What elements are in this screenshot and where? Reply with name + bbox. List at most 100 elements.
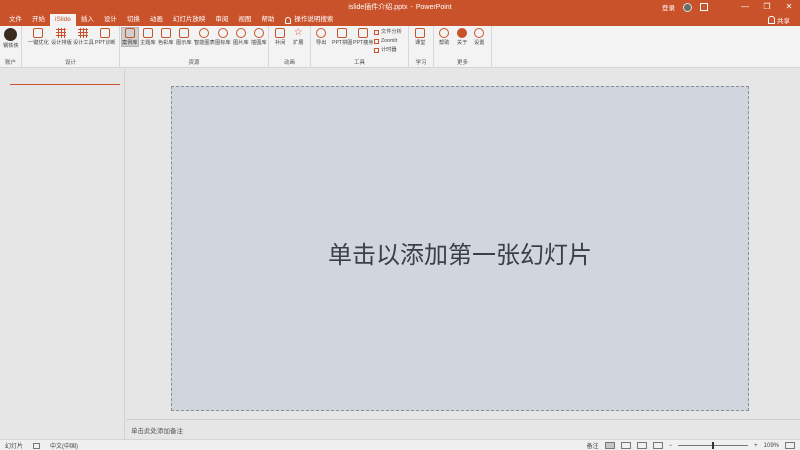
help-icon [439, 28, 450, 38]
slide-count-label: 幻灯片 [5, 444, 24, 450]
insertion-indicator [10, 84, 120, 85]
share-label: 共享 [777, 18, 790, 25]
tab-slideshow[interactable]: 幻灯片放映 [168, 14, 211, 26]
design-tools-button[interactable]: 设计工具 [73, 28, 94, 46]
theme-library-button[interactable]: 主题库 [140, 28, 156, 46]
tools-small-list: 文件分析 ZoomIt 计时器 [374, 28, 402, 55]
group-animation: 补间 ☆ 扩展 动画 [269, 26, 311, 68]
zoom-slider-thumb[interactable] [712, 442, 715, 449]
group-label-more: 更多 [456, 60, 468, 66]
zoomit-button[interactable]: ZoomIt [374, 37, 402, 46]
file-analysis-button[interactable]: 文件分析 [374, 28, 402, 37]
account-button[interactable]: 钢铁侠 [3, 28, 19, 49]
zoom-level[interactable]: 109% [764, 443, 779, 449]
one-click-optimize-button[interactable]: 一键优化 [28, 28, 49, 46]
smart-chart-button[interactable]: 智能图表 [194, 28, 215, 46]
slide-editing-area: 单击以添加第一张幻灯片 [126, 69, 800, 419]
notes-pane[interactable]: 单击此处添加备注 [126, 419, 800, 439]
slideshow-view-button[interactable] [652, 442, 663, 449]
design-layout-button[interactable]: 设计排版 [51, 28, 72, 46]
diagnose-icon [100, 28, 111, 38]
tab-islide[interactable]: iSlide [50, 14, 76, 26]
pie-chart-icon [199, 28, 210, 38]
notes-toggle[interactable]: 备注 [587, 441, 599, 450]
export-button[interactable]: 导出 [316, 28, 326, 46]
layout-grid-icon [56, 28, 67, 38]
group-label-learn: 学习 [415, 60, 427, 66]
group-label-tools: 工具 [353, 60, 365, 66]
zoom-out-button[interactable]: − [669, 443, 673, 449]
diagram-icon [178, 28, 189, 38]
color-library-button[interactable]: 色彩库 [158, 28, 174, 46]
theme-icon [142, 28, 153, 38]
tell-me-search[interactable]: 操作说明搜索 [279, 14, 339, 26]
fit-to-window-button[interactable] [785, 442, 795, 449]
classroom-button[interactable]: 课堂 [415, 28, 425, 46]
puzzle-icon [337, 28, 348, 38]
lightbulb-icon [285, 16, 292, 24]
group-more: 帮助 关于 设置 更多 [434, 26, 492, 68]
rocket-icon [253, 28, 264, 38]
group-label-account: 账户 [4, 60, 16, 66]
tab-home[interactable]: 开始 [27, 14, 50, 26]
close-button[interactable]: ✕ [778, 0, 800, 13]
slide-sorter-view-button[interactable] [620, 442, 631, 449]
normal-view-button[interactable] [604, 442, 615, 449]
diagram-library-button[interactable]: 图示库 [176, 28, 192, 46]
person-icon [768, 16, 775, 24]
ppt-puzzle-button[interactable]: PPT拼图 [332, 28, 352, 46]
about-button[interactable]: 关于 [457, 28, 467, 46]
tab-help[interactable]: 帮助 [256, 14, 279, 26]
extend-button[interactable]: ☆ 扩展 [293, 27, 303, 47]
status-bar: 幻灯片 中文(中国) 备注 − + 109% [0, 439, 800, 450]
slide-canvas[interactable]: 单击以添加第一张幻灯片 [171, 86, 749, 411]
accessibility-icon[interactable] [33, 442, 41, 449]
tab-view[interactable]: 视图 [233, 14, 256, 26]
image-library-button[interactable]: 图片库 [233, 28, 249, 46]
illustration-library-button[interactable]: 插图库 [251, 28, 267, 46]
image-icon [235, 28, 246, 38]
tools-icon [78, 28, 89, 38]
icon-library-button[interactable]: 图标库 [215, 28, 231, 46]
settings-button[interactable]: 设置 [474, 28, 484, 46]
tab-insert[interactable]: 插入 [76, 14, 99, 26]
slide-thumbnail-pane[interactable] [0, 69, 125, 439]
ribbon-display-options-icon[interactable] [700, 3, 708, 11]
zoom-slider[interactable] [678, 442, 749, 449]
case-library-button[interactable]: 案例库 [121, 27, 139, 47]
title-bar: islide插件介绍.pptx - PowerPoint 登录 — ❐ ✕ [0, 0, 800, 13]
add-first-slide-placeholder[interactable]: 单击以添加第一张幻灯片 [172, 235, 748, 270]
tab-transitions[interactable]: 切换 [122, 14, 145, 26]
case-icon [124, 28, 135, 38]
user-avatar-icon [4, 28, 18, 41]
timer-button[interactable]: 计时器 [374, 46, 402, 55]
help-button[interactable]: 帮助 [439, 28, 449, 46]
group-resources: 案例库 主题库 色彩库 图示库 智能图表 图标库 图片库 插图库 资源 [120, 26, 269, 68]
language-indicator[interactable]: 中文(中国) [50, 441, 78, 450]
ppt-diagnose-button[interactable]: PPT诊断 [95, 28, 115, 46]
palette-icon [160, 28, 171, 38]
tween-button[interactable]: 补间 [275, 28, 285, 46]
tab-review[interactable]: 审阅 [210, 14, 233, 26]
tell-me-label: 操作说明搜索 [294, 16, 334, 23]
slim-icon [358, 28, 369, 38]
minimize-button[interactable]: — [734, 0, 756, 13]
tab-animations[interactable]: 动画 [145, 14, 168, 26]
share-button[interactable]: 共享 [768, 15, 790, 25]
tab-file[interactable]: 文件 [4, 14, 27, 26]
reading-view-button[interactable] [636, 442, 647, 449]
account-area[interactable]: 登录 [662, 2, 708, 12]
group-label-design: 设计 [64, 60, 76, 66]
maximize-button[interactable]: ❐ [756, 0, 778, 13]
ppt-slim-button[interactable]: PPT瘦身 [353, 28, 373, 46]
group-account: 钢铁侠 账户 [0, 26, 22, 68]
login-link[interactable]: 登录 [662, 2, 675, 12]
ribbon-tabs: 文件 开始 iSlide 插入 设计 切换 动画 幻灯片放映 审阅 视图 帮助 … [0, 13, 800, 26]
zoom-in-button[interactable]: + [754, 443, 758, 449]
avatar[interactable] [683, 2, 692, 12]
group-label-resources: 资源 [188, 60, 200, 66]
star-icon: ☆ [293, 27, 303, 38]
optimize-icon [33, 28, 44, 38]
export-icon [316, 28, 327, 38]
tab-design[interactable]: 设计 [99, 14, 122, 26]
